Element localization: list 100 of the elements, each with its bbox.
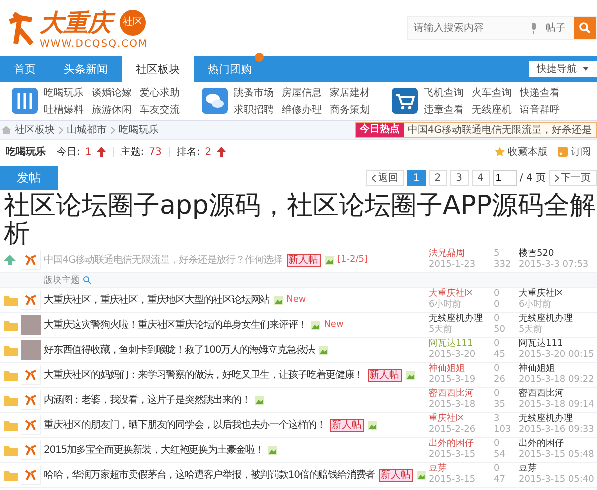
- thread-title-link[interactable]: 重庆社区的朋友门，晒下朋友的同学会，以后我也去办一个这样的！: [44, 418, 326, 432]
- page-total: / 4 页: [520, 172, 546, 185]
- author-name[interactable]: 出外的困仔: [429, 439, 491, 450]
- post-date: 2015-3-19: [429, 375, 477, 386]
- post-date: 2015-3-15: [429, 450, 477, 461]
- post-date: 2015-3-20: [429, 350, 477, 361]
- author-name[interactable]: 密西西比河: [429, 389, 491, 400]
- category-link[interactable]: 房屋信息: [282, 86, 322, 100]
- category-link[interactable]: 违章查看: [424, 102, 464, 116]
- view-count: 54: [494, 450, 506, 461]
- last-post-time: 2015-3-15 05:40: [519, 475, 595, 486]
- category-link[interactable]: 求职招聘: [234, 102, 274, 116]
- thread-title-link[interactable]: 大重庆社区，重庆社区，重庆地区大型的社区论坛网站: [44, 293, 270, 307]
- last-poster[interactable]: 豆芽: [519, 464, 595, 475]
- last-post-time: 2015-3-18 09:14: [519, 400, 595, 411]
- author-name[interactable]: 法兄鼎周: [429, 249, 491, 260]
- category-link[interactable]: 谈婚论嫁: [92, 86, 132, 100]
- favorite-link[interactable]: 收藏本版: [508, 145, 548, 159]
- breadcrumb-link[interactable]: 社区板块: [15, 123, 55, 137]
- stat-label: 今日:: [57, 146, 80, 159]
- view-count: 50: [494, 325, 506, 336]
- category-link[interactable]: 无线座机: [472, 102, 512, 116]
- view-count: 47: [494, 475, 506, 486]
- category-link[interactable]: 跳蚤市场: [234, 86, 274, 100]
- post-date: 2015-3-15: [429, 475, 477, 486]
- author-name[interactable]: 大重庆社区: [429, 289, 491, 300]
- logo-text: 大重庆: [40, 6, 117, 38]
- author-name[interactable]: 豆芽: [429, 464, 491, 475]
- site-url: WWW.DCQSQ.COM: [40, 38, 148, 50]
- category-link[interactable]: 吐槽爆料: [44, 102, 84, 116]
- breadcrumb-link[interactable]: 山城都市: [67, 123, 107, 137]
- section-label: 版块主题: [44, 274, 80, 286]
- view-count: 103: [494, 425, 512, 436]
- category-link[interactable]: 语音群呼: [520, 102, 560, 116]
- category-link[interactable]: 家居建材: [330, 86, 370, 100]
- logo-badge: 社区: [120, 10, 146, 36]
- thread-title-link[interactable]: 大重庆这灾警狗火啦！重庆社区重庆论坛的单身女生们来评评！: [44, 318, 308, 332]
- reply-count: 0: [494, 389, 501, 400]
- last-post-time: 5天前: [519, 325, 544, 336]
- post-date: 2015-3-18: [429, 400, 477, 411]
- author-name[interactable]: 重庆社区: [429, 414, 491, 425]
- category-link[interactable]: 火车查询: [472, 86, 512, 100]
- breadcrumb-link[interactable]: 吃喝玩乐: [119, 123, 159, 137]
- category-link[interactable]: 车友交流: [140, 102, 180, 116]
- category-link[interactable]: 旅游休闲: [92, 102, 132, 116]
- last-poster[interactable]: 密西西比河: [519, 389, 595, 400]
- subscribe-link[interactable]: 订阅: [571, 145, 591, 159]
- stat-value: 73: [149, 146, 162, 158]
- stat-value: 2: [205, 146, 212, 158]
- page-button[interactable]: 4: [472, 170, 490, 186]
- quick-nav-dropdown[interactable]: 快捷导航: [529, 61, 597, 77]
- stat-value: 1: [85, 146, 92, 158]
- category-link[interactable]: 爱心求助: [140, 86, 180, 100]
- last-poster[interactable]: 大重庆社区: [519, 289, 595, 300]
- author-name[interactable]: 神仙姐姐: [429, 364, 491, 375]
- view-count: 332: [494, 260, 512, 271]
- thread-title-link[interactable]: 2015加多宝全面更换新装，大红袍更换为土豪金啦！: [44, 443, 264, 457]
- last-poster[interactable]: 阿瓦达111: [519, 339, 595, 350]
- author-name[interactable]: 无线座机办理: [429, 314, 491, 325]
- view-count: 45: [494, 350, 506, 361]
- last-poster[interactable]: 无线座机办理: [519, 314, 595, 325]
- stat-label: 主题:: [120, 146, 144, 159]
- category-link[interactable]: 快递查看: [520, 86, 560, 100]
- thread-title-link[interactable]: 哈哈，华润万家超市卖假茅台，这哈遭客户举报，被判罚款10倍的赔钱给消费者: [44, 468, 376, 482]
- last-post-time: 2015-3-20 00:15: [519, 350, 595, 361]
- new-member-tag: 新人帖: [379, 468, 414, 482]
- new-label: New: [324, 320, 344, 330]
- post-date: 2015-2-26: [429, 425, 477, 436]
- thread-title-link[interactable]: 大重庆社区的妈妈们：来学习警察的做法，好吃又卫生，让孩子吃着更健康！: [44, 368, 364, 382]
- next-page-button[interactable]: 下一页: [549, 170, 597, 186]
- reply-count: 0: [494, 339, 501, 350]
- hot-topics-label: 今日热点: [356, 123, 404, 137]
- last-post-time: 6小时前: [519, 300, 553, 311]
- stat-label: 排名:: [176, 146, 200, 159]
- category-link[interactable]: 商务策划: [330, 102, 370, 116]
- category-link[interactable]: 吃喝玩乐: [44, 86, 84, 100]
- category-link[interactable]: 飞机查询: [424, 86, 464, 100]
- search-scope-dropdown[interactable]: 帖子: [538, 21, 574, 35]
- last-poster[interactable]: 神仙姐姐: [519, 364, 595, 375]
- thread-title-link[interactable]: 内涵图：老婆，我没看，这片子是突然跳出来的！: [44, 393, 251, 407]
- last-poster[interactable]: 楼雪520: [519, 249, 595, 260]
- last-post-time: 2015-3-18 09:22: [519, 375, 595, 386]
- post-date: 5天前: [429, 325, 454, 336]
- thread-title-link[interactable]: 好东西值得收藏，鱼刺卡到喉咙！救了100万人的海姆立克急救法: [44, 343, 316, 357]
- reply-count: 0: [494, 289, 501, 300]
- reply-count: 0: [494, 439, 501, 450]
- hot-headline-link[interactable]: 中国4G移动联通电信无限流量，好杀还是: [404, 123, 596, 137]
- last-poster[interactable]: 出外的困仔: [519, 439, 595, 450]
- back-button[interactable]: 返回: [366, 170, 404, 186]
- nav-tab[interactable]: 社区板块: [122, 56, 194, 82]
- page-input[interactable]: 1: [492, 170, 517, 186]
- last-post-time: 2015-3-16 09:33: [519, 425, 595, 436]
- page-button[interactable]: 3: [450, 170, 469, 186]
- category-link[interactable]: 维修办理: [282, 102, 322, 116]
- last-poster[interactable]: 无线座机办理: [519, 414, 595, 425]
- post-date: 6小时前: [429, 300, 463, 311]
- view-count: 35: [494, 400, 506, 411]
- new-member-tag: 新人帖: [368, 368, 402, 382]
- forum-name: 吃喝玩乐: [6, 146, 46, 159]
- page-button[interactable]: 2: [428, 170, 448, 186]
